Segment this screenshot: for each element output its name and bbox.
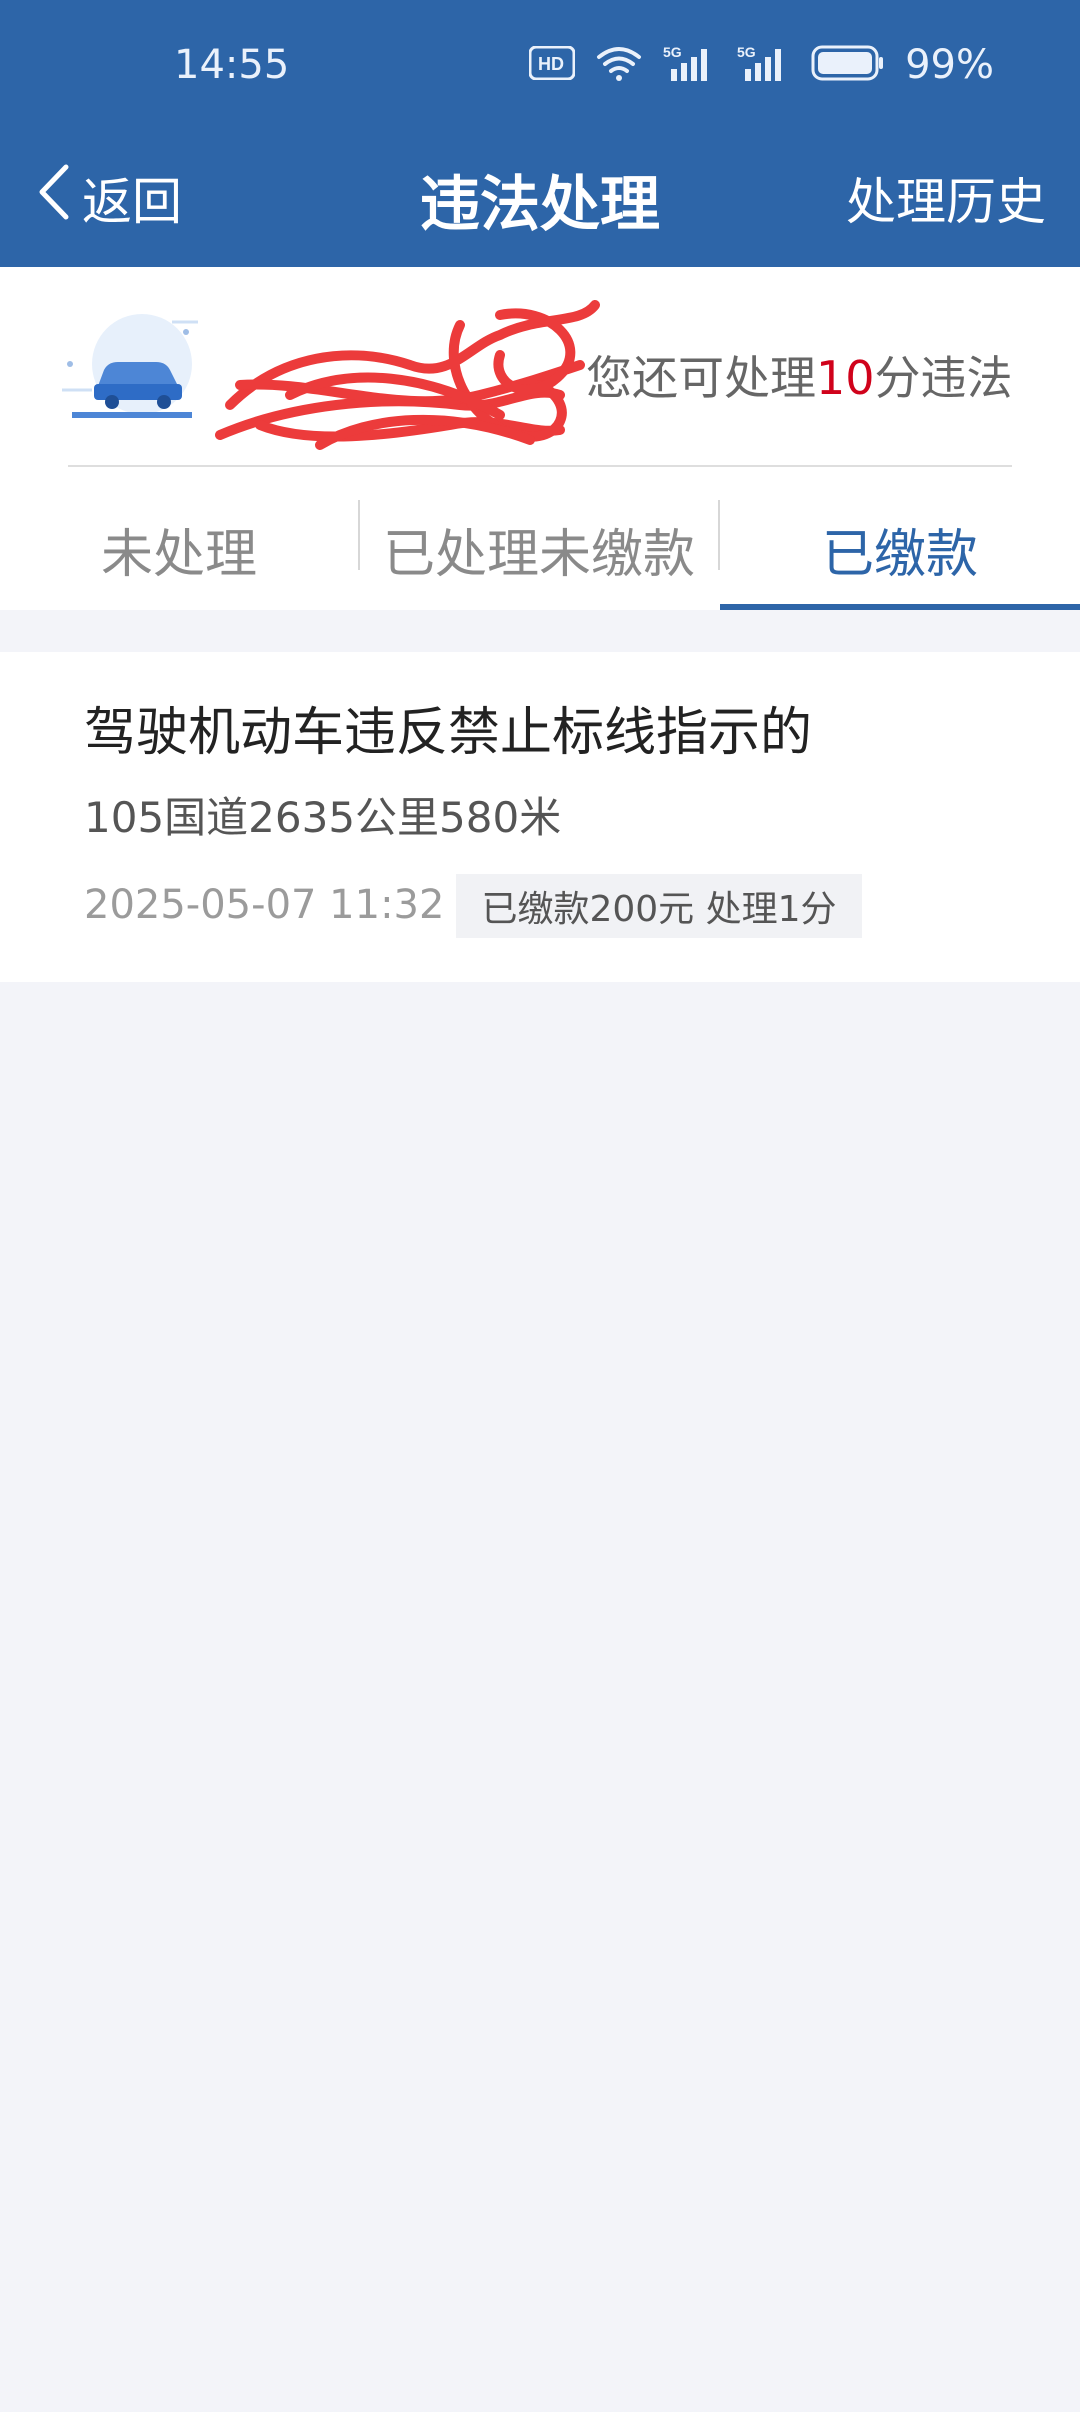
hd-icon: HD bbox=[528, 45, 576, 84]
status-icons: HD 5G 5G 99% bbox=[528, 40, 994, 90]
violation-record[interactable]: 驾驶机动车违反禁止标线指示的 105国道2635公里580米 2025-05-0… bbox=[0, 652, 1080, 982]
redacted-plate-number bbox=[200, 285, 620, 485]
violation-location: 105国道2635公里580米 bbox=[84, 793, 562, 842]
5g-signal-icon: 5G bbox=[737, 43, 791, 87]
history-button[interactable]: 处理历史 bbox=[846, 162, 1046, 234]
tab-processed-unpaid[interactable]: 已处理未缴款 bbox=[358, 489, 720, 609]
top-app-bar: 14:55 HD 5G 5G 99% 返回 违法处理 处理历史 bbox=[0, 0, 1080, 267]
status-time: 14:55 bbox=[174, 42, 290, 88]
remaining-points-text: 您还可处理10分违法 bbox=[586, 342, 1013, 408]
tab-separator bbox=[358, 500, 360, 570]
payment-status-badge: 已缴款200元 处理1分 bbox=[456, 874, 862, 938]
battery-percent: 99% bbox=[905, 42, 994, 88]
remaining-points-value: 10 bbox=[816, 351, 875, 405]
navigation-bar: 返回 违法处理 处理历史 bbox=[0, 150, 1080, 240]
active-tab-indicator bbox=[720, 604, 1080, 610]
vehicle-header: 您还可处理10分违法 未处理 已处理未缴款 已缴款 bbox=[0, 267, 1080, 610]
svg-text:5G: 5G bbox=[663, 44, 682, 60]
5g-signal-icon: 5G bbox=[663, 43, 717, 87]
remaining-prefix: 您还可处理 bbox=[586, 351, 816, 405]
divider bbox=[68, 465, 1012, 467]
violation-title: 驾驶机动车违反禁止标线指示的 bbox=[84, 703, 813, 763]
tab-separator bbox=[718, 500, 720, 570]
tab-unprocessed[interactable]: 未处理 bbox=[0, 489, 358, 609]
tab-paid[interactable]: 已缴款 bbox=[720, 489, 1080, 609]
svg-text:HD: HD bbox=[538, 54, 564, 74]
car-icon bbox=[62, 312, 202, 432]
battery-icon bbox=[811, 45, 885, 85]
violation-time: 2025-05-07 11:32 bbox=[84, 882, 445, 928]
tab-bar: 未处理 已处理未缴款 已缴款 bbox=[0, 489, 1080, 609]
wifi-icon bbox=[595, 43, 643, 87]
remaining-suffix: 分违法 bbox=[874, 351, 1013, 405]
svg-text:5G: 5G bbox=[737, 44, 756, 60]
